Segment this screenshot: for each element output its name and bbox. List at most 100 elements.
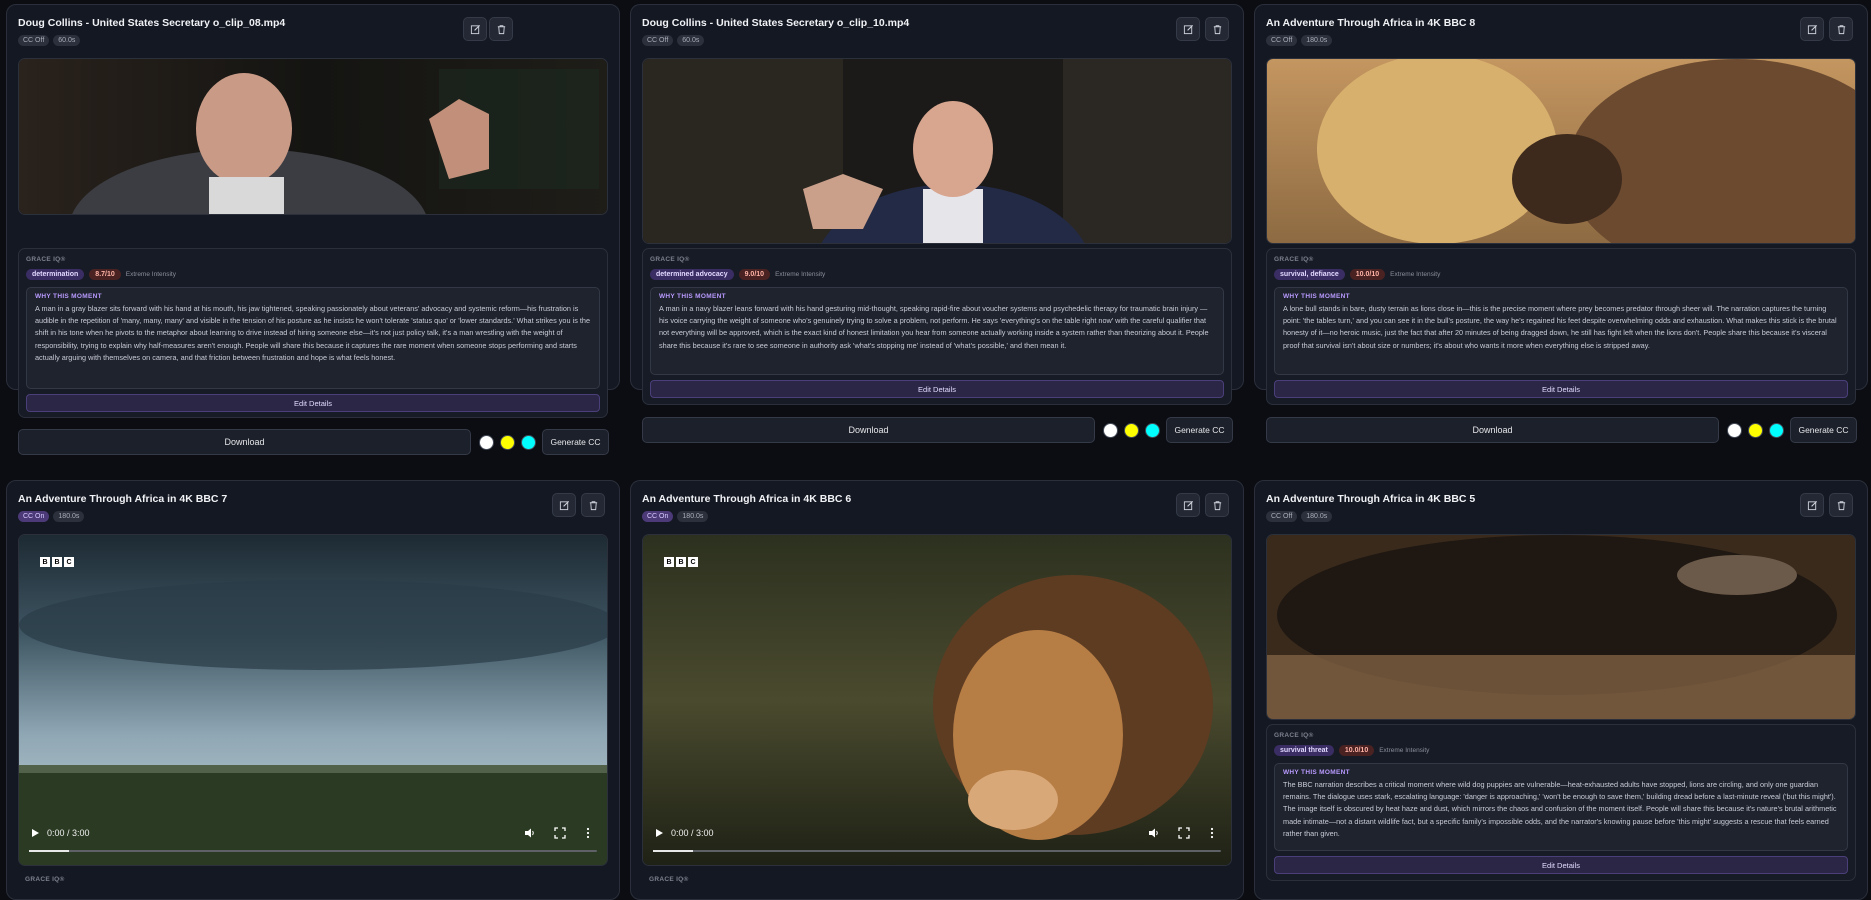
delete-button[interactable] — [489, 17, 513, 41]
delete-button[interactable] — [1829, 17, 1853, 41]
clip-card: Doug Collins - United States Secretary o… — [630, 4, 1244, 443]
caption-color-cyan[interactable] — [521, 435, 536, 450]
why-this-moment: WHY THIS MOMENT The BBC narration descri… — [1274, 763, 1848, 851]
cc-status-badge: CC On — [18, 511, 50, 522]
edit-icon — [1807, 24, 1817, 34]
intensity-label: Extreme Intensity — [775, 271, 826, 278]
download-button[interactable]: Download — [642, 417, 1095, 443]
cc-status-badge: CC Off — [18, 35, 50, 46]
delete-button[interactable] — [1205, 17, 1229, 41]
clip-card: Doug Collins - United States Secretary o… — [6, 4, 620, 455]
clip-card: An Adventure Through Africa in 4K BBC 8 … — [1254, 4, 1868, 443]
edit-icon — [1183, 500, 1193, 510]
caption-color-white[interactable] — [1103, 423, 1118, 438]
generate-cc-button[interactable]: Generate CC — [542, 429, 609, 455]
volume-icon[interactable] — [524, 827, 536, 839]
why-text: A man in a gray blazer sits forward with… — [35, 304, 591, 362]
caption-color-yellow[interactable] — [1124, 423, 1139, 438]
caption-color-white[interactable] — [479, 435, 494, 450]
trash-icon — [1837, 500, 1845, 510]
grace-iq-panel: GRACE IQ® determination 8.7/10 Extreme I… — [18, 248, 608, 418]
video-player[interactable]: B B C 0:00 / 3:00 — [18, 534, 608, 866]
edit-button[interactable] — [463, 17, 487, 41]
score-tag: 10.0/10 — [1338, 745, 1375, 756]
video-frame — [643, 535, 1231, 865]
score-tag: 10.0/10 — [1349, 269, 1386, 280]
generate-cc-button[interactable]: Generate CC — [1166, 417, 1233, 443]
intensity-label: Extreme Intensity — [125, 271, 176, 278]
video-progress-fill — [653, 850, 693, 852]
video-time: 0:00 / 3:00 — [671, 828, 714, 838]
delete-button[interactable] — [581, 493, 605, 517]
video-progress-bar[interactable] — [29, 850, 597, 852]
edit-button[interactable] — [552, 493, 576, 517]
bbc-logo: B B C — [40, 557, 74, 567]
video-thumbnail — [1267, 59, 1855, 243]
cc-status-badge: CC Off — [1266, 35, 1298, 46]
duration-badge: 180.0s — [53, 511, 85, 522]
why-label: WHY THIS MOMENT — [1283, 293, 1350, 300]
grace-iq-label: GRACE IQ® — [1274, 732, 1314, 739]
cc-status-badge: CC On — [642, 511, 674, 522]
edit-button[interactable] — [1800, 493, 1824, 517]
edit-button[interactable] — [1176, 493, 1200, 517]
score-tag: 8.7/10 — [89, 269, 121, 280]
delete-button[interactable] — [1829, 493, 1853, 517]
video-player[interactable] — [1266, 534, 1856, 720]
grace-iq-panel: GRACE IQ® determined advocacy 9.0/10 Ext… — [642, 248, 1232, 405]
clip-title: Doug Collins - United States Secretary o… — [642, 17, 910, 29]
video-thumbnail — [19, 59, 607, 214]
edit-details-button[interactable]: Edit Details — [1274, 856, 1848, 874]
clip-title: An Adventure Through Africa in 4K BBC 7 — [18, 493, 228, 505]
caption-color-yellow[interactable] — [500, 435, 515, 450]
video-player[interactable] — [18, 58, 608, 215]
caption-color-cyan[interactable] — [1769, 423, 1784, 438]
edit-button[interactable] — [1800, 17, 1824, 41]
clip-title: An Adventure Through Africa in 4K BBC 5 — [1266, 493, 1476, 505]
edit-icon — [470, 24, 480, 34]
why-label: WHY THIS MOMENT — [659, 293, 726, 300]
edit-details-button[interactable]: Edit Details — [650, 380, 1224, 398]
play-icon[interactable] — [654, 828, 664, 838]
clip-title: An Adventure Through Africa in 4K BBC 8 — [1266, 17, 1476, 29]
fullscreen-icon[interactable] — [554, 827, 566, 839]
fullscreen-icon[interactable] — [1178, 827, 1190, 839]
more-options-icon[interactable] — [582, 827, 594, 839]
video-player[interactable] — [642, 58, 1232, 244]
duration-badge: 180.0s — [677, 511, 709, 522]
edit-details-button[interactable]: Edit Details — [26, 394, 600, 412]
generate-cc-button[interactable]: Generate CC — [1790, 417, 1857, 443]
why-text: A man in a navy blazer leans forward wit… — [659, 304, 1209, 350]
intensity-label: Extreme Intensity — [1390, 271, 1441, 278]
more-options-icon[interactable] — [1206, 827, 1218, 839]
video-controls: 0:00 / 3:00 — [643, 823, 1231, 865]
download-button[interactable]: Download — [1266, 417, 1719, 443]
intensity-label: Extreme Intensity — [1379, 747, 1430, 754]
edit-details-button[interactable]: Edit Details — [1274, 380, 1848, 398]
edit-button[interactable] — [1176, 17, 1200, 41]
video-player[interactable] — [1266, 58, 1856, 244]
cc-status-badge: CC Off — [1266, 511, 1298, 522]
why-this-moment: WHY THIS MOMENT A man in a navy blazer l… — [650, 287, 1224, 375]
video-frame — [19, 535, 607, 865]
why-this-moment: WHY THIS MOMENT A lone bull stands in ba… — [1274, 287, 1848, 375]
grace-iq-panel: GRACE IQ® survival, defiance 10.0/10 Ext… — [1266, 248, 1856, 405]
play-icon[interactable] — [30, 828, 40, 838]
why-this-moment: WHY THIS MOMENT A man in a gray blazer s… — [26, 287, 600, 389]
duration-badge: 60.0s — [53, 35, 81, 46]
delete-button[interactable] — [1205, 493, 1229, 517]
cc-status-badge: CC Off — [642, 35, 674, 46]
video-time: 0:00 / 3:00 — [47, 828, 90, 838]
volume-icon[interactable] — [1148, 827, 1160, 839]
emotion-tag: determined advocacy — [650, 269, 734, 280]
grace-iq-label: GRACE IQ® — [649, 876, 689, 883]
download-button[interactable]: Download — [18, 429, 471, 455]
caption-color-white[interactable] — [1727, 423, 1742, 438]
caption-color-cyan[interactable] — [1145, 423, 1160, 438]
video-progress-bar[interactable] — [653, 850, 1221, 852]
grace-iq-label: GRACE IQ® — [650, 256, 690, 263]
caption-color-yellow[interactable] — [1748, 423, 1763, 438]
score-tag: 9.0/10 — [738, 269, 771, 280]
trash-icon — [497, 24, 505, 34]
video-player[interactable]: B B C 0:00 / 3:00 — [642, 534, 1232, 866]
